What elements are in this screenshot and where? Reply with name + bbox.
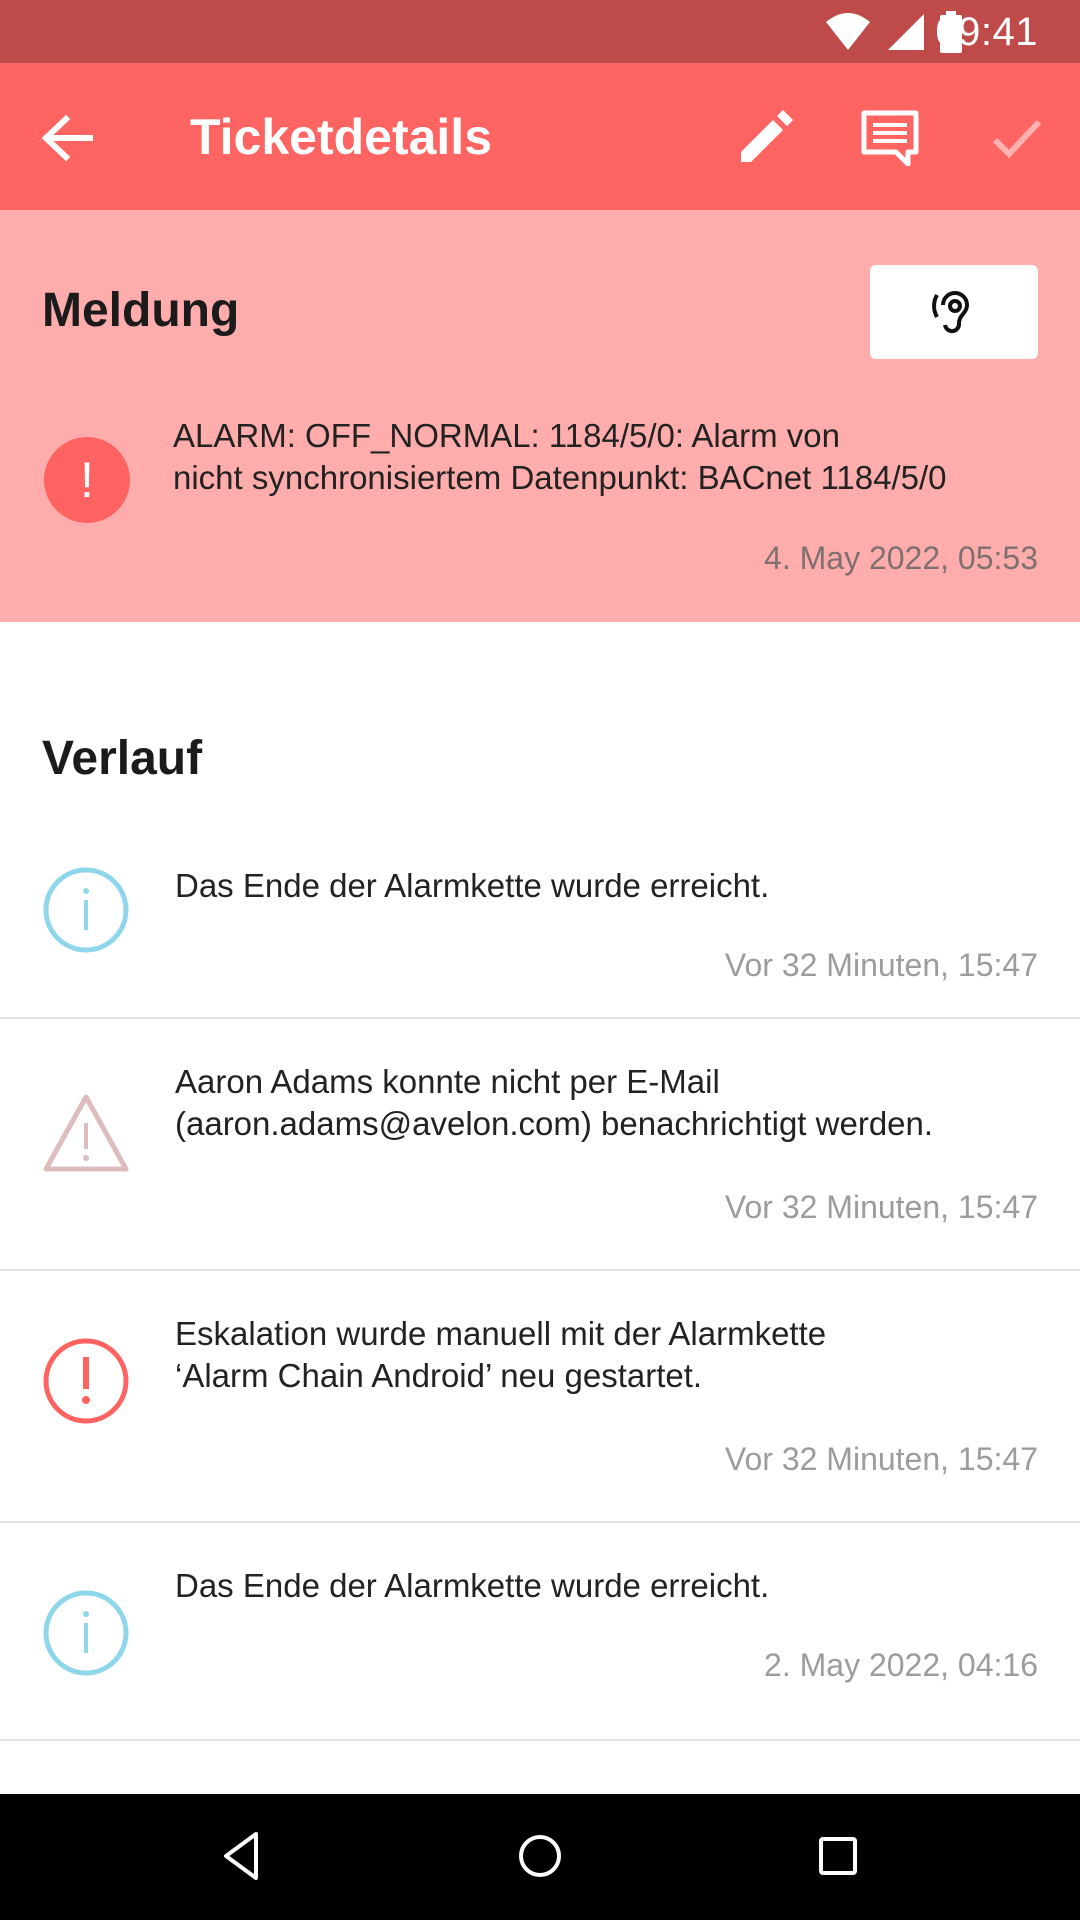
history-item[interactable]: Das Ende der Alarmkette wurde erreicht. … <box>0 1523 1080 1741</box>
alarm-message: ALARM: OFF_NORMAL: 1184/5/0: Alarm von n… <box>173 415 947 499</box>
history-timestamp: Vor 32 Minuten, 15:47 <box>724 947 1038 983</box>
history-text-line1: Aaron Adams konnte nicht per E-Mail <box>175 1063 720 1100</box>
meldung-heading: Meldung <box>42 284 240 337</box>
info-icon <box>43 867 129 953</box>
signal-icon <box>888 14 924 50</box>
history-text-line1: Das Ende der Alarmkette wurde erreicht. <box>175 1567 770 1604</box>
warning-triangle-icon <box>43 1094 129 1172</box>
exclamation-circle-icon <box>43 1338 129 1424</box>
history-text-line2: (aaron.adams@avelon.com) benachrichtigt … <box>175 1105 934 1142</box>
home-circle-icon[interactable] <box>510 1826 570 1886</box>
arrow-left-icon <box>41 114 93 162</box>
comment-icon <box>861 110 919 166</box>
status-time: 09:41 <box>935 10 1038 54</box>
history-text-line2: ‘Alarm Chain Android’ neu gestartet. <box>175 1357 703 1394</box>
exclamation-icon: ! <box>44 437 130 523</box>
wifi-icon <box>826 13 870 50</box>
edit-pencil-icon <box>741 110 793 162</box>
history-timestamp: Vor 32 Minuten, 15:47 <box>724 1189 1038 1225</box>
message-panel: Meldung ! ALARM: OFF_NORMAL: 1184/5/0: A… <box>0 210 1080 622</box>
back-triangle-icon[interactable] <box>212 1826 272 1886</box>
history-item[interactable]: Eskalation wurde manuell mit der Alarmke… <box>0 1271 1080 1523</box>
info-icon <box>43 1590 129 1676</box>
history-text: Aaron Adams konnte nicht per E-Mail (aar… <box>175 1061 1038 1145</box>
history-item[interactable]: Das Ende der Alarmkette wurde erreicht. … <box>0 825 1080 1019</box>
history-text: Das Ende der Alarmkette wurde erreicht. <box>175 865 1038 907</box>
app-bar: Ticketdetails <box>0 63 1080 210</box>
alarm-message-line1: ALARM: OFF_NORMAL: 1184/5/0: Alarm von <box>173 417 840 454</box>
alarm-timestamp: 4. May 2022, 05:53 <box>764 540 1038 576</box>
history-timestamp: Vor 32 Minuten, 15:47 <box>724 1441 1038 1477</box>
history-text-line1: Eskalation wurde manuell mit der Alarmke… <box>175 1315 827 1352</box>
hearing-icon <box>932 291 970 334</box>
status-bar: 09:41 <box>0 0 1080 63</box>
edit-button[interactable] <box>730 103 800 173</box>
history-text-line1: Das Ende der Alarmkette wurde erreicht. <box>175 867 770 904</box>
check-icon <box>992 119 1042 159</box>
comment-button[interactable] <box>855 103 925 173</box>
page-title: Ticketdetails <box>190 109 493 165</box>
history-text: Eskalation wurde manuell mit der Alarmke… <box>175 1313 1038 1397</box>
history-timestamp: 2. May 2022, 04:16 <box>764 1647 1038 1683</box>
back-button[interactable] <box>40 113 96 163</box>
recents-square-icon[interactable] <box>808 1826 868 1886</box>
verlauf-heading: Verlauf <box>42 732 203 785</box>
listen-button[interactable] <box>870 265 1038 359</box>
history-item[interactable]: Aaron Adams konnte nicht per E-Mail (aar… <box>0 1019 1080 1271</box>
alarm-message-line2: nicht synchronisiertem Datenpunkt: BACne… <box>173 459 947 496</box>
resolve-button[interactable] <box>982 103 1052 173</box>
history-text: Das Ende der Alarmkette wurde erreicht. <box>175 1565 1038 1607</box>
navigation-bar <box>0 1794 1080 1920</box>
